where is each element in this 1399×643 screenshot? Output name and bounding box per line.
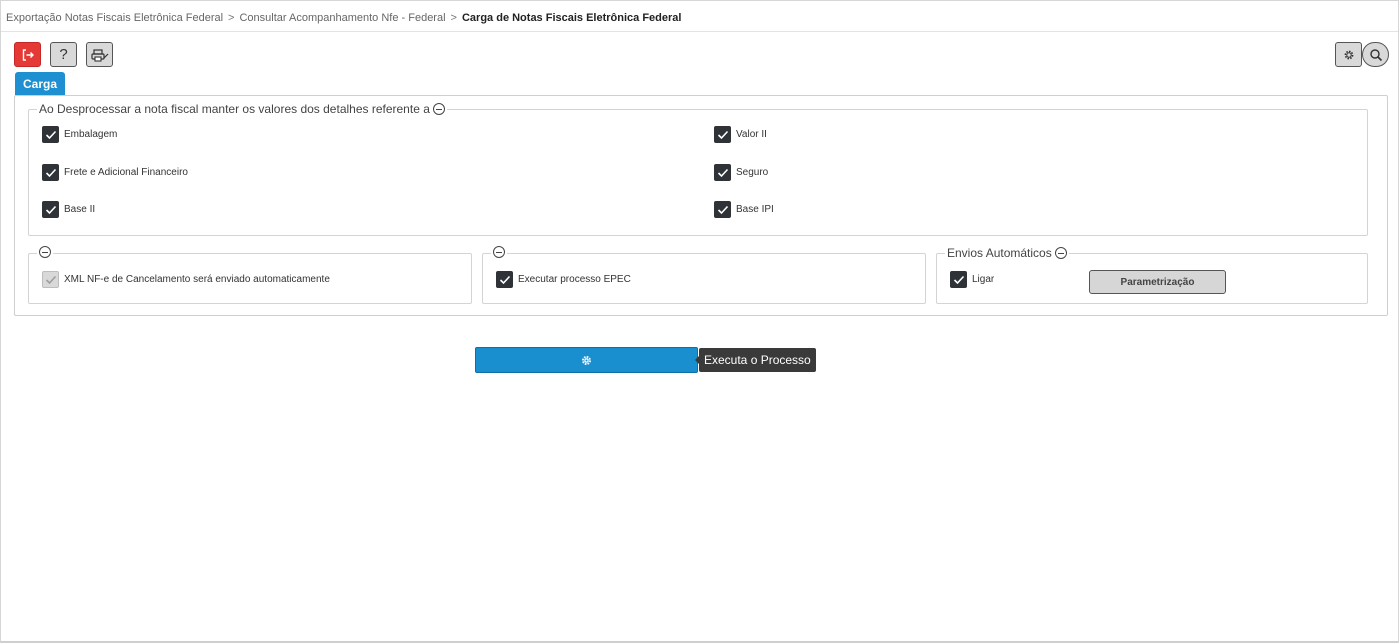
- collapse-icon[interactable]: [39, 246, 51, 258]
- app-frame: Exportação Notas Fiscais Eletrônica Fede…: [0, 0, 1399, 643]
- search-button[interactable]: [1362, 42, 1389, 67]
- checkbox-label: Ligar: [972, 274, 995, 285]
- checkbox-label: Base IPI: [736, 204, 774, 215]
- cancel-legend: [37, 246, 53, 258]
- details-legend-label: Ao Desprocessar a nota fiscal manter os …: [39, 102, 430, 116]
- breadcrumb-current: Carga de Notas Fiscais Eletrônica Federa…: [461, 12, 682, 24]
- checkbox-embalagem[interactable]: [42, 126, 59, 143]
- checkbox-label: Base II: [64, 204, 96, 215]
- collapse-icon[interactable]: [1054, 247, 1067, 259]
- checkmark-icon: [953, 275, 964, 284]
- printer-icon: [90, 48, 108, 62]
- checkmark-icon: [499, 275, 510, 284]
- checkbox-base-ii-row[interactable]: Base II: [42, 201, 95, 218]
- checkmark-icon: [717, 205, 728, 214]
- checkbox-ligar[interactable]: [950, 271, 967, 288]
- checkbox-valor-ii[interactable]: [714, 126, 731, 143]
- checkmark-icon: [45, 168, 56, 177]
- print-button[interactable]: [86, 42, 113, 67]
- envios-automaticos-legend: Envios Automáticos: [945, 246, 1069, 260]
- tab-carga[interactable]: Carga: [15, 72, 65, 95]
- gear-icon: [582, 355, 591, 365]
- epec-fieldset: Executar processo EPEC: [482, 246, 926, 304]
- checkbox-label: Embalagem: [64, 129, 118, 140]
- checkmark-icon: [717, 168, 728, 177]
- exit-icon: [22, 48, 34, 61]
- search-icon: [1369, 48, 1382, 61]
- checkbox-xml-cancelamento-row: XML NF-e de Cancelamento será enviado au…: [42, 271, 330, 288]
- checkbox-label: Seguro: [736, 167, 769, 178]
- execute-process-button[interactable]: [475, 347, 698, 373]
- execute-tooltip: Executa o Processo: [695, 348, 816, 372]
- checkbox-embalagem-row[interactable]: Embalagem: [42, 126, 117, 143]
- collapse-icon[interactable]: [493, 246, 505, 258]
- breadcrumb-separator: >: [450, 12, 457, 24]
- checkmark-icon: [45, 130, 56, 139]
- help-button[interactable]: ?: [50, 42, 77, 67]
- breadcrumb-divider: [1, 31, 1398, 32]
- checkbox-ligar-row[interactable]: Ligar: [950, 271, 994, 288]
- settings-button[interactable]: [1335, 42, 1362, 67]
- checkbox-frete-row[interactable]: Frete e Adicional Financeiro: [42, 164, 188, 181]
- checkmark-icon: [45, 205, 56, 214]
- checkbox-frete[interactable]: [42, 164, 59, 181]
- parametrizacao-button[interactable]: Parametrização: [1089, 270, 1226, 294]
- checkbox-epec-row[interactable]: Executar processo EPEC: [496, 271, 631, 288]
- checkbox-label: Executar processo EPEC: [518, 274, 631, 285]
- checkbox-epec[interactable]: [496, 271, 513, 288]
- gear-icon: [1344, 50, 1353, 59]
- carga-panel: Ao Desprocessar a nota fiscal manter os …: [14, 95, 1388, 316]
- checkbox-valor-ii-row[interactable]: Valor II: [714, 126, 767, 143]
- checkmark-icon: [717, 130, 728, 139]
- epec-legend: [491, 246, 507, 258]
- checkbox-base-ii[interactable]: [42, 201, 59, 218]
- breadcrumb: Exportação Notas Fiscais Eletrônica Fede…: [6, 12, 681, 24]
- breadcrumb-separator: >: [228, 12, 235, 24]
- envios-automaticos-fieldset: Envios Automáticos Ligar Parametrização: [936, 246, 1368, 304]
- checkbox-base-ipi-row[interactable]: Base IPI: [714, 201, 774, 218]
- details-fieldset: Ao Desprocessar a nota fiscal manter os …: [28, 102, 1368, 236]
- exit-button[interactable]: [14, 42, 41, 67]
- checkmark-icon: [45, 275, 56, 284]
- breadcrumb-item-exportacao[interactable]: Exportação Notas Fiscais Eletrônica Fede…: [6, 12, 223, 24]
- checkbox-label: Frete e Adicional Financeiro: [64, 167, 188, 178]
- checkbox-label: XML NF-e de Cancelamento será enviado au…: [64, 274, 330, 285]
- checkbox-seguro-row[interactable]: Seguro: [714, 164, 768, 181]
- checkbox-label: Valor II: [736, 129, 767, 140]
- checkbox-base-ipi[interactable]: [714, 201, 731, 218]
- details-legend: Ao Desprocessar a nota fiscal manter os …: [37, 102, 447, 116]
- breadcrumb-item-consultar[interactable]: Consultar Acompanhamento Nfe - Federal: [239, 12, 445, 24]
- checkbox-seguro[interactable]: [714, 164, 731, 181]
- cancel-fieldset: XML NF-e de Cancelamento será enviado au…: [28, 246, 472, 304]
- collapse-icon[interactable]: [432, 103, 445, 115]
- envios-automaticos-label: Envios Automáticos: [947, 246, 1052, 260]
- checkbox-xml-cancelamento: [42, 271, 59, 288]
- help-icon: ?: [59, 46, 68, 63]
